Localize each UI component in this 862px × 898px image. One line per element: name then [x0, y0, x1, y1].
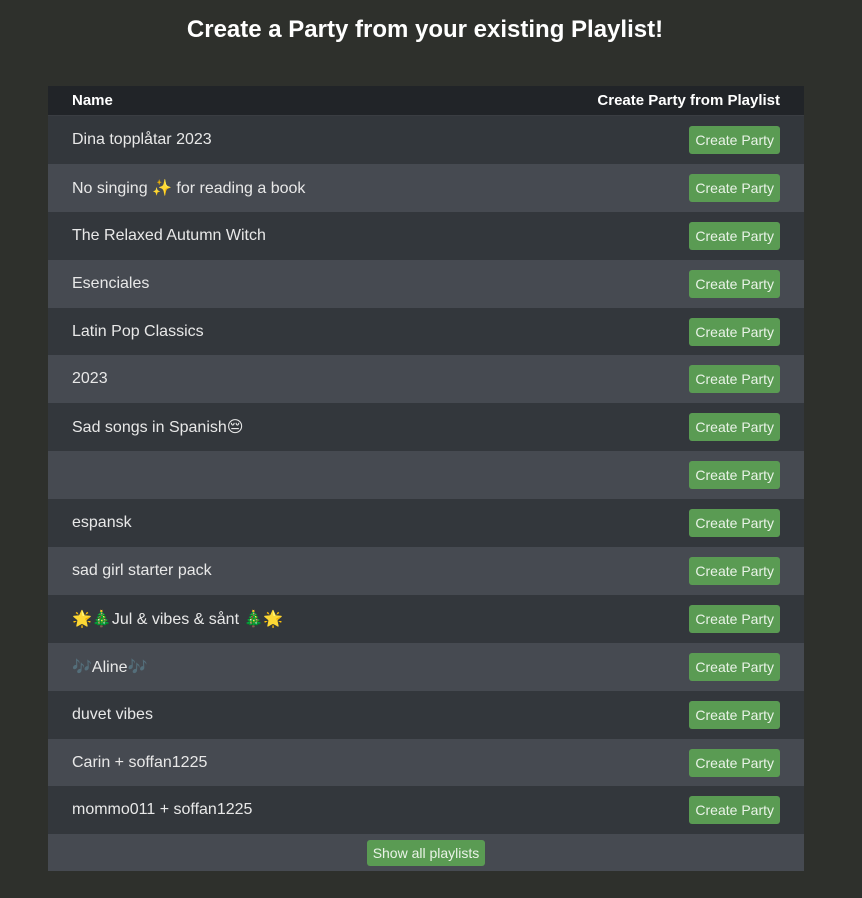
playlist-name: duvet vibes — [72, 705, 153, 723]
create-party-button[interactable]: Create Party — [689, 509, 780, 538]
playlist-name: Sad songs in Spanish😔 — [72, 419, 244, 437]
table-row: 🌟🎄Jul & vibes & sånt 🎄🌟 Create Party — [48, 594, 804, 643]
table-header: Name Create Party from Playlist — [48, 86, 804, 116]
table-row: Carin + soffan1225 Create Party — [48, 738, 804, 787]
table-row: Latin Pop Classics Create Party — [48, 307, 804, 356]
create-party-button[interactable]: Create Party — [689, 173, 780, 202]
table-row: espansk Create Party — [48, 499, 804, 548]
create-party-button[interactable]: Create Party — [689, 221, 780, 250]
table-row: mommo011 + soffan1225 Create Party — [48, 786, 804, 835]
table-row: Sad songs in Spanish😔 Create Party — [48, 403, 804, 452]
column-header-action: Create Party from Playlist — [597, 92, 780, 109]
create-party-button[interactable]: Create Party — [689, 125, 780, 154]
playlist-name: The Relaxed Autumn Witch — [72, 226, 266, 244]
table-body: Dina topplåtar 2023 Create Party No singin… — [48, 116, 804, 835]
page-title: Create a Party from your existing Playli… — [186, 16, 664, 43]
create-party-button[interactable]: Create Party — [689, 556, 780, 585]
playlist-name: mommo011 + soffan1225 — [72, 801, 253, 819]
create-party-button[interactable]: Create Party — [689, 748, 780, 777]
table-row: duvet vibes Create Party — [48, 690, 804, 739]
table-row: Esenciales Create Party — [48, 259, 804, 308]
playlist-name: Dina topplåtar 2023 — [72, 130, 212, 148]
table-row: 2023 Create Party — [48, 355, 804, 404]
create-party-button[interactable]: Create Party — [689, 269, 780, 298]
column-header-name: Name — [72, 92, 113, 109]
playlist-name: 🌟🎄Jul & vibes & sånt 🎄🌟 — [72, 610, 284, 628]
playlist-name: espansk — [72, 514, 132, 532]
playlist-name: 2023 — [72, 370, 108, 388]
table-row: No singing ✨ for reading a book Create Pa… — [48, 163, 804, 212]
playlist-name: No singing ✨ for reading a book — [72, 179, 306, 197]
playlist-name: 🎶Aline🎶 — [72, 658, 148, 676]
create-party-button[interactable]: Create Party — [689, 700, 780, 729]
create-party-button[interactable]: Create Party — [689, 317, 780, 346]
table-row: 🎶Aline🎶 Create Party — [48, 642, 804, 691]
table-footer: Show all playlists — [48, 834, 804, 872]
table-row: sad girl starter pack Create Party — [48, 547, 804, 595]
create-party-button[interactable]: Create Party — [689, 365, 780, 394]
create-party-button[interactable]: Create Party — [689, 652, 780, 681]
playlist-name: Carin + soffan1225 — [72, 753, 208, 771]
playlist-name: Latin Pop Classics — [72, 322, 204, 340]
create-party-button[interactable]: Create Party — [689, 604, 780, 633]
create-party-button[interactable]: Create Party — [689, 461, 780, 490]
create-party-button[interactable]: Create Party — [689, 413, 780, 442]
playlist-name: sad girl starter pack — [72, 561, 212, 579]
table-row: The Relaxed Autumn Witch Create Party — [48, 211, 804, 260]
playlist-table: Name Create Party from Playlist Dina top… — [48, 86, 804, 872]
create-party-button[interactable]: Create Party — [689, 796, 780, 825]
table-row: Create Party — [48, 451, 804, 500]
show-all-playlists-button[interactable]: Show all playlists — [366, 839, 486, 866]
playlist-name: Esenciales — [72, 274, 150, 292]
table-row: Dina topplåtar 2023 Create Party — [48, 116, 804, 164]
